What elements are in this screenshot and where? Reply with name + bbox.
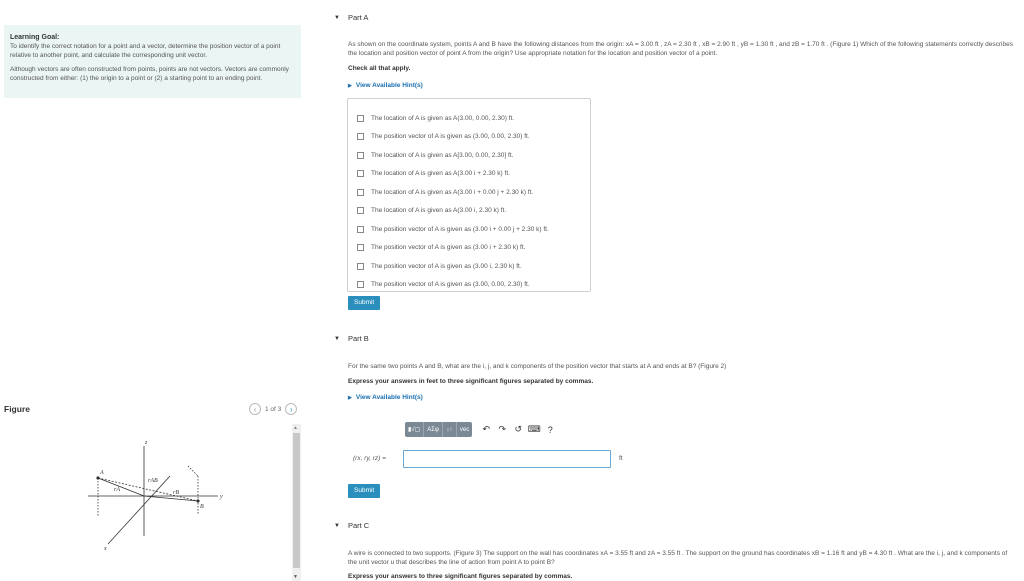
scroll-up-icon[interactable]: ▲ bbox=[293, 425, 298, 431]
part-a-question: As shown on the coordinate system, point… bbox=[348, 41, 1013, 57]
ra-label: rA bbox=[114, 487, 120, 493]
part-b-hint-label: View Available Hint(s) bbox=[355, 394, 423, 401]
part-a-hint-toggle[interactable]: ▶ View Available Hint(s) bbox=[348, 82, 423, 89]
part-a-header[interactable]: ▼ Part A bbox=[334, 13, 368, 22]
checkbox[interactable] bbox=[357, 188, 364, 196]
checkbox[interactable] bbox=[357, 170, 364, 178]
part-a-choices: The location of A is given as A(3.00, 0.… bbox=[347, 98, 591, 292]
undo-icon[interactable]: ↶ bbox=[478, 424, 494, 435]
part-c-question: A wire is connected to two supports. (Fi… bbox=[348, 550, 1008, 566]
figure-header: Figure ‹ 1 of 3 › bbox=[4, 403, 304, 419]
choice-item[interactable]: The position vector of A is given as (3.… bbox=[348, 257, 590, 276]
part-a-title: Part A bbox=[347, 13, 369, 22]
chevron-right-icon: › bbox=[289, 404, 293, 414]
next-figure-button[interactable]: › bbox=[285, 403, 298, 415]
arrows-button[interactable]: ↓↑ bbox=[442, 422, 457, 437]
answer-unit: ft bbox=[619, 455, 623, 462]
part-c-title: Part C bbox=[347, 521, 370, 530]
expand-triangle-icon: ▶ bbox=[348, 395, 352, 401]
vec-button[interactable]: vec bbox=[456, 422, 473, 437]
figure-pager: ‹ 1 of 3 › bbox=[249, 403, 298, 415]
part-c-instruction: Express your answers to three significan… bbox=[348, 573, 573, 580]
part-a-hint-label: View Available Hint(s) bbox=[355, 82, 423, 89]
learning-goal-panel: Learning Goal: To identify the correct n… bbox=[4, 25, 301, 98]
figure-diagram: z y x A B rA rB rAB bbox=[78, 436, 228, 556]
help-icon[interactable]: ? bbox=[542, 425, 558, 435]
chevron-left-icon: ‹ bbox=[253, 404, 257, 414]
reset-icon[interactable]: ↺ bbox=[510, 424, 526, 435]
choice-item[interactable]: The location of A is given as A(3.00 i, … bbox=[348, 202, 590, 221]
checkbox[interactable] bbox=[357, 151, 364, 159]
guide-line-b2 bbox=[187, 465, 199, 477]
checkbox[interactable] bbox=[357, 225, 364, 233]
prev-figure-button[interactable]: ‹ bbox=[249, 403, 261, 415]
choice-item[interactable]: The location of A is given as A(3.00 i +… bbox=[348, 165, 590, 184]
part-b-answer-input[interactable] bbox=[403, 450, 611, 468]
choice-label: The location of A is given as A(3.00 i +… bbox=[371, 170, 510, 178]
choice-label: The location of A is given as A(3.00, 0.… bbox=[371, 114, 515, 122]
choice-label: The position vector of A is given as (3.… bbox=[371, 281, 530, 289]
expand-triangle-icon: ▶ bbox=[348, 83, 352, 89]
choice-label: The position vector of A is given as (3.… bbox=[371, 244, 526, 252]
greek-button[interactable]: ΑΣφ bbox=[424, 422, 443, 437]
y-axis-label: y bbox=[219, 494, 223, 500]
choice-item[interactable]: The position vector of A is given as (3.… bbox=[348, 128, 590, 147]
collapse-triangle-icon: ▼ bbox=[334, 335, 340, 342]
choice-item[interactable]: The location of A is given as A[3.00, 0.… bbox=[348, 146, 590, 165]
scroll-down-icon[interactable]: ▼ bbox=[293, 574, 298, 580]
learning-goal-text-1: To identify the correct notation for a p… bbox=[10, 43, 281, 59]
choice-item[interactable]: The position vector of A is given as (3.… bbox=[348, 220, 590, 239]
answer-equation-label: (rx, ry, rz) = bbox=[353, 455, 386, 462]
rab-label: rAB bbox=[148, 478, 158, 484]
learning-goal-title: Learning Goal: bbox=[10, 34, 60, 41]
templates-button[interactable]: ▮√▢ bbox=[405, 422, 425, 437]
checkbox[interactable] bbox=[357, 114, 364, 122]
checkbox[interactable] bbox=[357, 281, 364, 289]
learning-goal-text-2: Although vectors are often constructed f… bbox=[10, 66, 289, 82]
checkbox[interactable] bbox=[357, 207, 364, 215]
choice-label: The location of A is given as A[3.00, 0.… bbox=[371, 151, 514, 159]
part-a-instruction: Check all that apply. bbox=[348, 65, 411, 72]
choice-item[interactable]: The location of A is given as A(3.00, 0.… bbox=[348, 109, 590, 128]
position-vector-rb bbox=[143, 495, 199, 502]
keyboard-icon[interactable]: ⌨ bbox=[526, 424, 542, 435]
scrollbar-thumb[interactable] bbox=[293, 433, 300, 568]
checkbox[interactable] bbox=[357, 244, 364, 252]
part-b-instruction: Express your answers in feet to three si… bbox=[348, 378, 594, 385]
part-b-question: For the same two points A and B, what ar… bbox=[348, 363, 727, 370]
rb-label: rB bbox=[173, 490, 179, 496]
figure-scrollbar[interactable]: ▲ ▼ bbox=[292, 424, 301, 581]
part-b-title: Part B bbox=[347, 334, 369, 343]
checkbox[interactable] bbox=[357, 262, 364, 270]
coordinate-diagram: z y x A B rA rB rAB bbox=[88, 440, 223, 552]
point-a-label: A bbox=[99, 470, 104, 476]
figure-label: Figure bbox=[4, 404, 30, 414]
choice-label: The position vector of A is given as (3.… bbox=[371, 225, 549, 233]
point-b-label: B bbox=[200, 504, 204, 510]
part-b-hint-toggle[interactable]: ▶ View Available Hint(s) bbox=[348, 394, 423, 401]
part-b-header[interactable]: ▼ Part B bbox=[334, 334, 369, 343]
choice-label: The position vector of A is given as (3.… bbox=[371, 262, 522, 270]
redo-icon[interactable]: ↷ bbox=[494, 424, 510, 435]
choice-item[interactable]: The location of A is given as A(3.00 i +… bbox=[348, 183, 590, 202]
choice-label: The position vector of A is given as (3.… bbox=[371, 133, 530, 141]
collapse-triangle-icon: ▼ bbox=[334, 522, 340, 529]
math-toolbar: ▮√▢ ΑΣφ ↓↑ vec ↶ ↷ ↺ ⌨ ? bbox=[405, 422, 558, 437]
part-c-header[interactable]: ▼ Part C bbox=[334, 521, 369, 530]
z-axis-label: z bbox=[144, 440, 148, 446]
figure-page-count: 1 of 3 bbox=[265, 405, 282, 413]
choice-item[interactable]: The position vector of A is given as (3.… bbox=[348, 239, 590, 258]
choice-label: The location of A is given as A(3.00 i, … bbox=[371, 207, 507, 215]
choice-item[interactable]: The position vector of A is given as (3.… bbox=[348, 276, 590, 295]
point-b bbox=[196, 499, 200, 503]
choice-label: The location of A is given as A(3.00 i +… bbox=[371, 188, 534, 196]
point-a bbox=[96, 476, 100, 480]
x-axis-label: x bbox=[103, 546, 107, 552]
collapse-triangle-icon: ▼ bbox=[334, 14, 340, 21]
checkbox[interactable] bbox=[357, 133, 364, 141]
part-b-submit-button[interactable]: Submit bbox=[348, 484, 381, 498]
part-a-submit-button[interactable]: Submit bbox=[348, 296, 381, 310]
